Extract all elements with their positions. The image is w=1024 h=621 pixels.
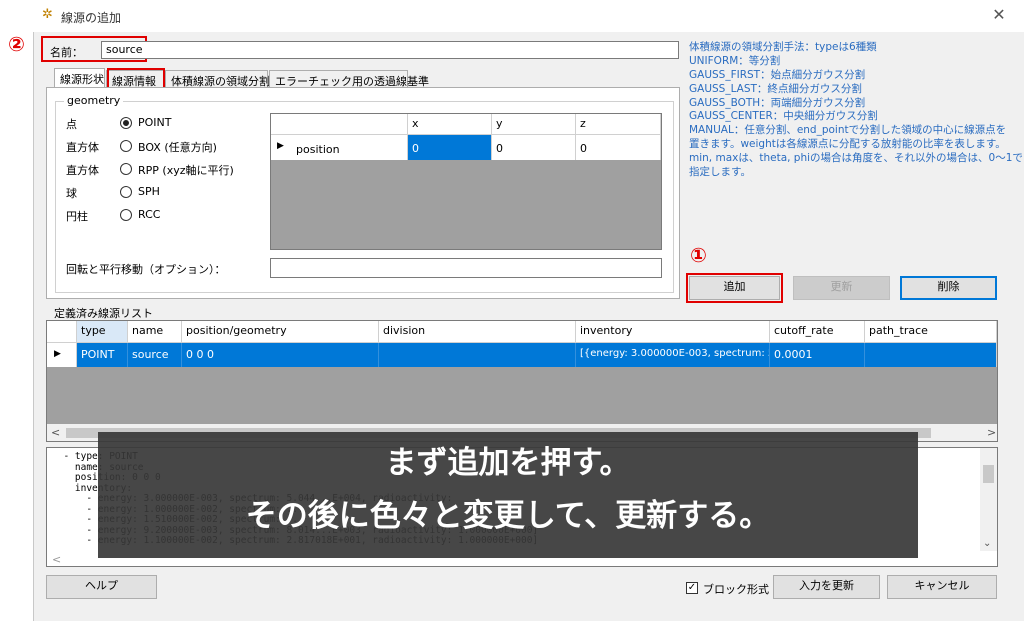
list-header-type[interactable]: type (77, 321, 128, 343)
radio-label-sph[interactable]: SPH (138, 185, 160, 198)
kind-label-box: 直方体 (66, 141, 99, 154)
table-cell-position[interactable]: 0 0 0 (182, 343, 379, 367)
list-corner-header (47, 321, 77, 343)
description-line-7: MANUAL：任意分割、end_pointで分割した領域の中心に線源点を (689, 124, 1007, 136)
radio-sph[interactable] (120, 186, 132, 198)
tab-error-check[interactable]: エラーチェック用の透過線基準 (269, 70, 429, 88)
kind-label-point: 点 (66, 118, 77, 131)
row-marker-icon: ▶ (277, 141, 284, 151)
radio-label-rcc[interactable]: RCC (138, 208, 160, 221)
transform-input[interactable] (270, 258, 662, 278)
list-row-header (47, 343, 77, 367)
list-header-path-trace[interactable]: path_trace (865, 321, 997, 343)
table-cell-path-trace[interactable] (865, 343, 997, 367)
description-line-4: GAUSS_LAST：終点細分ガウス分割 (689, 83, 862, 95)
grid-row-label: position (296, 143, 340, 156)
list-header-position[interactable]: position/geometry (182, 321, 379, 343)
description-line-3: GAUSS_FIRST：始点細分ガウス分割 (689, 69, 866, 81)
geometry-legend: geometry (64, 94, 124, 107)
scroll-left-icon[interactable]: < (51, 426, 60, 439)
caption-line-2: その後に色々と変更して、更新する。 (245, 498, 771, 534)
annotation-1: ① (690, 243, 707, 267)
block-format-checkbox[interactable]: ✓ (686, 582, 698, 594)
cancel-button[interactable]: キャンセル (887, 575, 997, 599)
tab-volume-division[interactable]: 体積線源の領域分割 (165, 70, 270, 88)
description-line-8: 置きます。weightは各線源点に分配する放射能の比率を表します。 (689, 138, 1006, 150)
kind-label-rcc: 円柱 (66, 210, 88, 223)
update-button[interactable]: 更新 (793, 276, 890, 300)
window-title: 線源の追加 (61, 11, 122, 25)
delete-button[interactable]: 削除 (900, 276, 997, 300)
table-cell-cutoff-rate[interactable]: 0.0001 (770, 343, 865, 367)
name-label: 名前： (50, 46, 83, 59)
grid-header-z: z (576, 114, 661, 135)
list-row-marker-icon: ▶ (54, 349, 61, 359)
add-button-highlight (686, 273, 783, 303)
grid-corner-header (271, 114, 408, 135)
grid-cell-z[interactable]: 0 (576, 135, 661, 160)
radio-box[interactable] (120, 140, 132, 152)
description-line-5: GAUSS_BOTH：両端細分ガウス分割 (689, 97, 866, 109)
description-line-9: min, maxは、theta, phiの場合は角度を、それ以外の場合は、0〜1… (689, 152, 1023, 164)
description-line-2: UNIFORM：等分割 (689, 55, 781, 67)
annotation-2: ② (8, 32, 25, 56)
kind-label-sph: 球 (66, 187, 77, 200)
scroll-right-icon[interactable]: > (987, 426, 996, 439)
close-button[interactable]: ✕ (990, 6, 1008, 24)
table-cell-type[interactable]: POINT (77, 343, 128, 367)
description-line-10: 指定します。 (689, 166, 751, 178)
transform-label: 回転と平行移動（オプション）： (66, 263, 226, 276)
list-header-division[interactable]: division (379, 321, 576, 343)
list-header-cutoff-rate[interactable]: cutoff_rate (770, 321, 865, 343)
grid-cell-x[interactable]: 0 (408, 135, 492, 160)
table-cell-inventory[interactable]: [{energy: 3.000000E-003, spectrum: 5.... (576, 343, 770, 367)
kind-label-rpp: 直方体 (66, 164, 99, 177)
block-format-label[interactable]: ブロック形式 (703, 581, 769, 597)
name-input[interactable]: source (101, 41, 679, 59)
radio-rcc[interactable] (120, 209, 132, 221)
grid-header-x: x (408, 114, 492, 135)
radio-label-rpp[interactable]: RPP (xyz軸に平行) (138, 162, 234, 178)
vertical-scroll-thumb[interactable] (983, 465, 994, 483)
scroll-down-icon[interactable]: ⌄ (983, 538, 991, 549)
grid-header-y: y (492, 114, 576, 135)
title-bar (33, 0, 1024, 32)
tab-source-shape[interactable]: 線源形状 (54, 68, 105, 88)
description-line-6: GAUSS_CENTER：中央細分ガウス分割 (689, 110, 878, 122)
list-header-name[interactable]: name (128, 321, 182, 343)
yaml-scroll-left-icon[interactable]: < (52, 553, 61, 566)
table-cell-division[interactable] (379, 343, 576, 367)
radio-point[interactable] (120, 117, 132, 129)
radio-rpp[interactable] (120, 163, 132, 175)
yaml-vertical-scrollbar[interactable] (980, 448, 997, 551)
list-header-inventory[interactable]: inventory (576, 321, 770, 343)
radio-label-box[interactable]: BOX (任意方向) (138, 139, 217, 155)
radio-label-point[interactable]: POINT (138, 116, 171, 129)
list-title: 定義済み線源リスト (54, 307, 153, 320)
help-button[interactable]: ヘルプ (46, 575, 157, 599)
grid-cell-y[interactable]: 0 (492, 135, 576, 160)
gear-icon: ✲ (42, 7, 53, 22)
table-cell-name[interactable]: source (128, 343, 182, 367)
description-line-1: 体積線源の領域分割手法：typeは6種類 (689, 41, 877, 53)
caption-line-1: まず追加を押す。 (385, 445, 631, 481)
apply-button[interactable]: 入力を更新 (773, 575, 880, 599)
